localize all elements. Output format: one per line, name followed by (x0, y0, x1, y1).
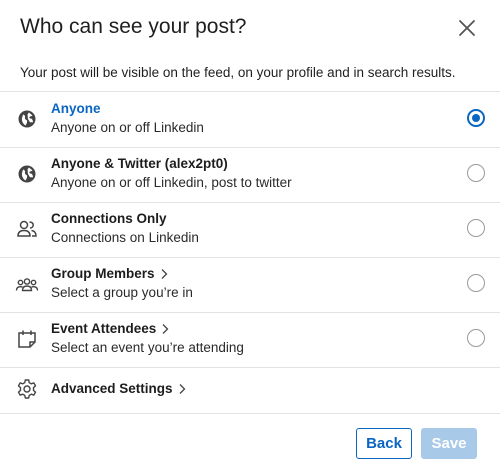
dialog-header: Who can see your post? (0, 0, 500, 56)
globe-icon (18, 165, 36, 183)
option-connections-only[interactable]: Connections Only Connections on Linkedin (0, 202, 500, 257)
option-title: Event Attendees (51, 321, 170, 336)
chevron-right-icon (161, 268, 167, 279)
visibility-description: Your post will be visible on the feed, o… (20, 65, 456, 80)
save-button[interactable]: Save (421, 428, 477, 459)
option-title: Anyone & Twitter (alex2pt0) (51, 156, 228, 171)
option-title: Anyone (51, 101, 101, 116)
option-title-text: Group Members (51, 266, 155, 281)
gear-icon (17, 379, 37, 399)
radio-anyone[interactable] (467, 109, 485, 127)
radio-event-attendees[interactable] (467, 329, 485, 347)
chevron-right-icon (179, 383, 185, 394)
chevron-right-icon (162, 323, 169, 334)
option-title: Group Members (51, 266, 169, 281)
globe-icon (18, 110, 36, 128)
option-group-members[interactable]: Group Members Select a group you’re in (0, 257, 500, 312)
dialog-title: Who can see your post? (20, 15, 247, 38)
option-title: Connections Only (51, 211, 167, 226)
option-event-attendees[interactable]: Event Attendees Select an event you’re a… (0, 312, 500, 367)
divider (0, 413, 500, 414)
back-button[interactable]: Back (356, 428, 412, 459)
option-description: Anyone on or off Linkedin, post to twitt… (51, 175, 292, 190)
radio-group-members[interactable] (467, 274, 485, 292)
advanced-settings-row[interactable]: Advanced Settings (0, 368, 500, 412)
option-description: Connections on Linkedin (51, 230, 199, 245)
group-icon (15, 278, 39, 292)
calendar-icon (18, 330, 36, 348)
option-title-text: Event Attendees (51, 321, 157, 336)
radio-connections-only[interactable] (467, 219, 485, 237)
option-description: Select an event you’re attending (51, 340, 244, 355)
option-description: Select a group you’re in (51, 285, 193, 300)
advanced-settings-title: Advanced Settings (51, 381, 187, 396)
radio-anyone-twitter[interactable] (467, 164, 485, 182)
close-icon (459, 20, 475, 36)
advanced-settings-label: Advanced Settings (51, 381, 173, 396)
people-icon (17, 220, 37, 237)
option-description: Anyone on or off Linkedin (51, 120, 204, 135)
option-anyone[interactable]: Anyone Anyone on or off Linkedin (0, 92, 500, 147)
close-button[interactable] (455, 16, 479, 40)
option-anyone-twitter[interactable]: Anyone & Twitter (alex2pt0) Anyone on or… (0, 147, 500, 202)
